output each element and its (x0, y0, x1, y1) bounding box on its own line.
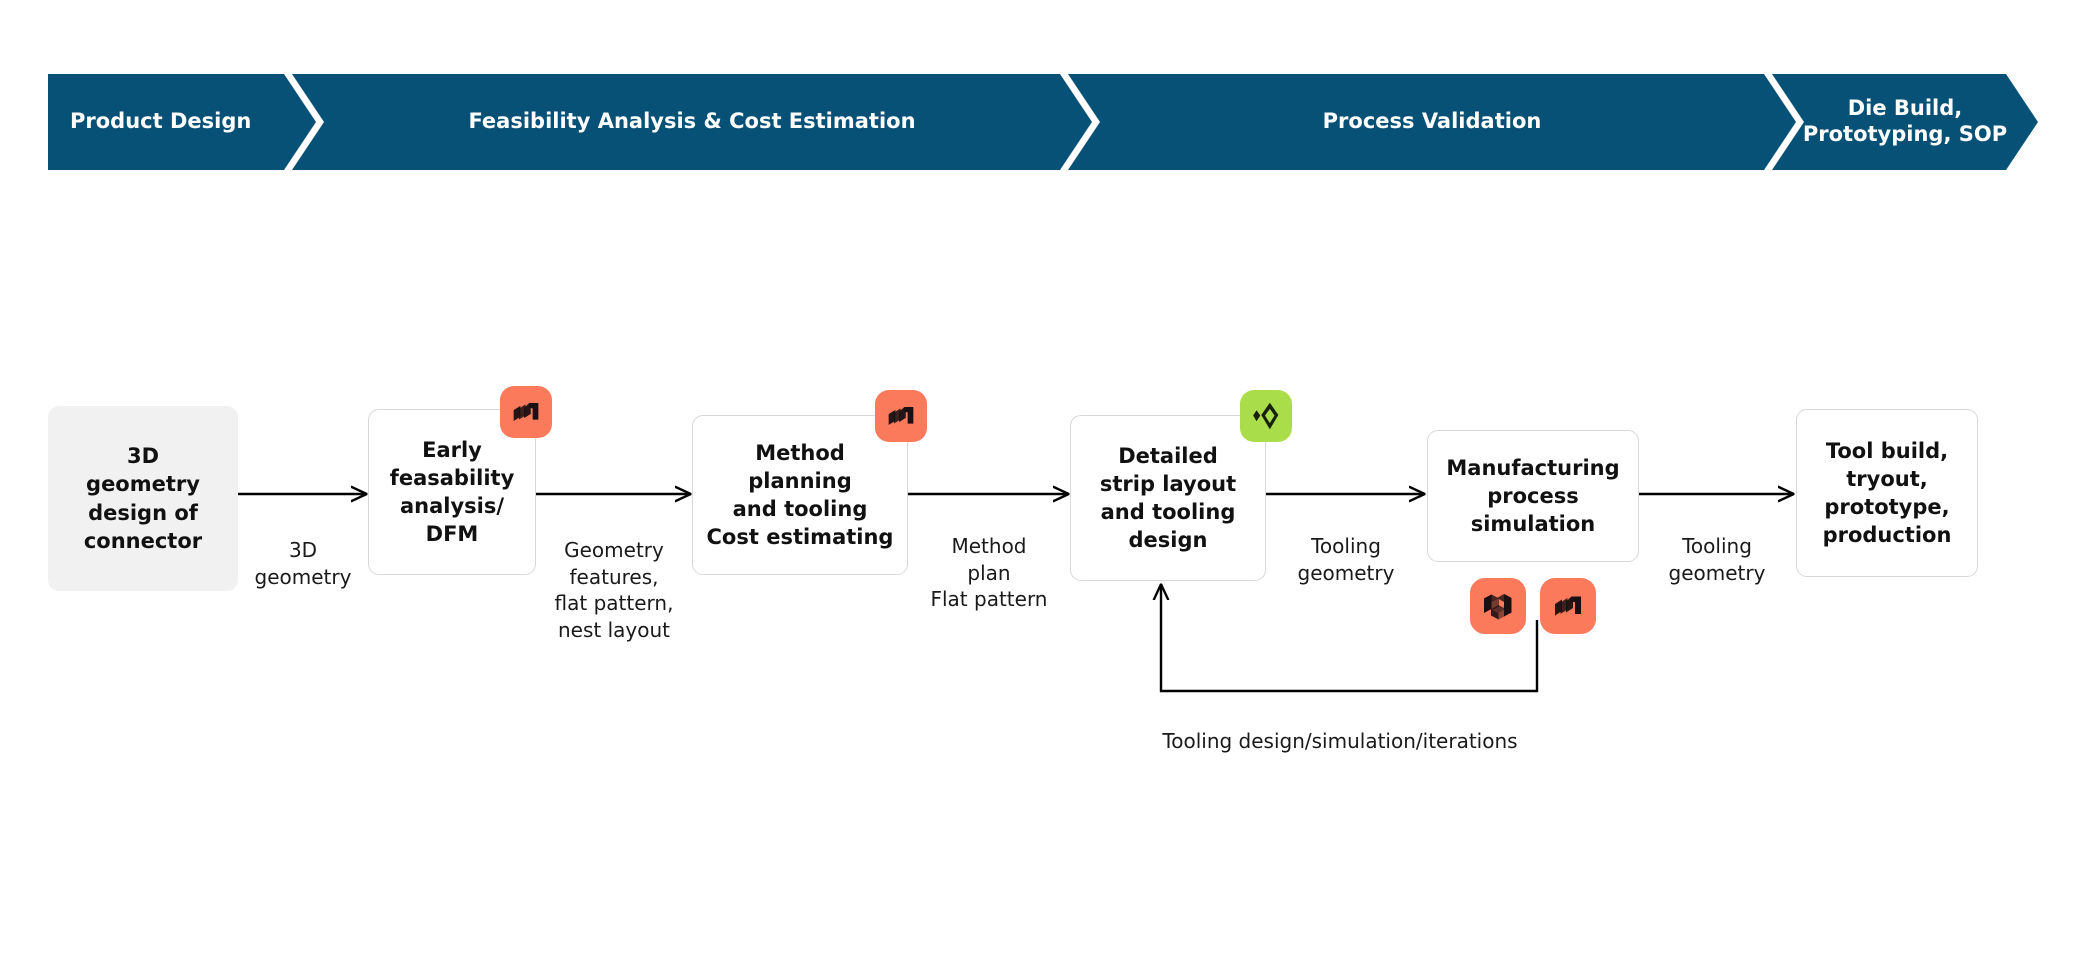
edge-label-text: Geometry features, flat pattern, nest la… (554, 537, 674, 643)
edge-label-text: Method plan Flat pattern (930, 533, 1048, 612)
diagram-canvas: Product Design Feasibility Analysis & Co… (0, 0, 2080, 960)
node-3d-geometry-design[interactable]: 3D geometry design of connector (48, 406, 238, 591)
edge-label-tooling-geometry-2: Tooling geometry (1641, 506, 1793, 586)
node-tool-build-production[interactable]: Tool build, tryout, prototype, productio… (1796, 409, 1978, 577)
edge-label-text: Tooling geometry (1297, 533, 1395, 585)
stacked-layers-logo-icon[interactable] (875, 390, 927, 442)
node-label: Method planning and tooling Cost estimat… (706, 440, 894, 550)
phase-label: Feasibility Analysis & Cost Estimation (468, 109, 916, 134)
edge-label-3d-geometry: 3D geometry (238, 510, 368, 590)
edge-label-text: Tooling design/simulation/iterations (1162, 729, 1518, 753)
stacked-layers-logo-icon[interactable] (500, 386, 552, 438)
edge-label-method-plan: Method plan Flat pattern (910, 506, 1068, 613)
node-label: Detailed strip layout and tooling design (1099, 443, 1237, 553)
green-gem-logo-icon[interactable] (1240, 390, 1292, 442)
phase-label: Product Design (70, 109, 252, 134)
edge-label-text: 3D geometry (254, 537, 352, 589)
edge-label-feedback-loop: Tooling design/simulation/iterations (1060, 728, 1620, 755)
node-detailed-strip-layout-tooling-design[interactable]: Detailed strip layout and tooling design (1070, 415, 1266, 581)
node-manufacturing-process-simulation[interactable]: Manufacturing process simulation (1427, 430, 1639, 562)
node-label: Manufacturing process simulation (1446, 455, 1620, 537)
edge-label-text: Tooling geometry (1668, 533, 1766, 585)
phase-segment-product-design[interactable]: Product Design (48, 74, 316, 170)
node-label: Early feasability analysis/ DFM (389, 437, 515, 547)
phase-banner: Product Design Feasibility Analysis & Co… (48, 74, 2038, 170)
phase-label: Process Validation (1322, 109, 1542, 134)
phase-segment-die-build[interactable]: Die Build, Prototyping, SOP (1772, 74, 2038, 170)
node-label: 3D geometry design of connector (83, 444, 203, 553)
stacked-layers-logo-icon[interactable] (1540, 578, 1596, 634)
phase-segment-feasibility[interactable]: Feasibility Analysis & Cost Estimation (292, 74, 1092, 170)
edge-label-geometry-features: Geometry features, flat pattern, nest la… (538, 510, 690, 644)
node-method-planning-cost-estimating[interactable]: Method planning and tooling Cost estimat… (692, 415, 908, 575)
node-label: Tool build, tryout, prototype, productio… (1822, 438, 1952, 548)
cube-block-logo-icon[interactable] (1470, 578, 1526, 634)
edge-label-tooling-geometry-1: Tooling geometry (1268, 506, 1424, 586)
phase-label: Die Build, Prototyping, SOP (1802, 96, 2008, 146)
phase-segment-process-validation[interactable]: Process Validation (1068, 74, 1796, 170)
